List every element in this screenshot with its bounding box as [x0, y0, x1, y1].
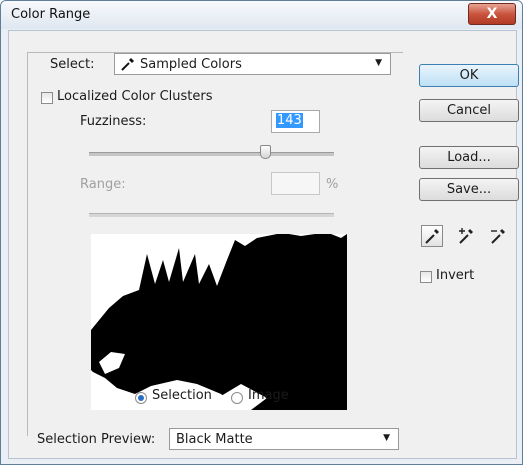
selection-radio-label: Selection [152, 388, 212, 403]
eyedropper-icon[interactable] [421, 225, 443, 247]
dialog-title: Color Range [11, 7, 91, 22]
eyedropper-icon [120, 56, 136, 76]
eyedropper-plus-icon[interactable] [455, 226, 477, 248]
title-bar[interactable]: Color Range X [1, 1, 522, 29]
fuzziness-slider-thumb[interactable] [260, 145, 271, 159]
range-unit: % [326, 177, 339, 192]
cancel-button[interactable]: Cancel [419, 99, 519, 122]
eyedropper-minus-icon[interactable] [487, 226, 509, 248]
fuzziness-input[interactable]: 143 [271, 110, 320, 133]
fuzziness-label: Fuzziness: [80, 114, 147, 129]
range-input[interactable] [271, 172, 320, 195]
image-radio-label: Image [248, 388, 289, 403]
range-label: Range: [80, 177, 126, 192]
select-label: Select: [46, 57, 99, 72]
chevron-down-icon: ▼ [383, 433, 390, 443]
selection-radio[interactable] [135, 392, 147, 404]
image-radio[interactable] [231, 392, 243, 404]
fuzziness-value: 143 [276, 113, 303, 128]
save-button[interactable]: Save... [419, 178, 519, 201]
selection-preview-value: Black Matte [176, 432, 253, 447]
fuzziness-slider-track[interactable] [89, 152, 334, 156]
chevron-down-icon: ▼ [375, 58, 382, 68]
load-button[interactable]: Load... [419, 146, 519, 169]
select-combo[interactable]: Sampled Colors ▼ [114, 53, 391, 75]
color-range-dialog: Color Range X Select: Sampled Colors ▼ L… [0, 0, 523, 465]
localized-color-clusters-label: Localized Color Clusters [57, 89, 213, 104]
invert-label: Invert [436, 268, 475, 283]
invert-checkbox[interactable] [420, 271, 432, 283]
localized-color-clusters-checkbox[interactable] [41, 92, 53, 104]
select-value: Sampled Colors [140, 57, 242, 72]
close-button[interactable]: X [468, 3, 516, 25]
dialog-body: Select: Sampled Colors ▼ Localized Color… [8, 30, 519, 459]
ok-button[interactable]: OK [419, 64, 519, 87]
selection-preview-combo[interactable]: Black Matte ▼ [169, 428, 399, 450]
selection-preview-label: Selection Preview: [37, 432, 156, 447]
selection-preview-image [91, 234, 347, 410]
range-slider-track [89, 213, 334, 217]
